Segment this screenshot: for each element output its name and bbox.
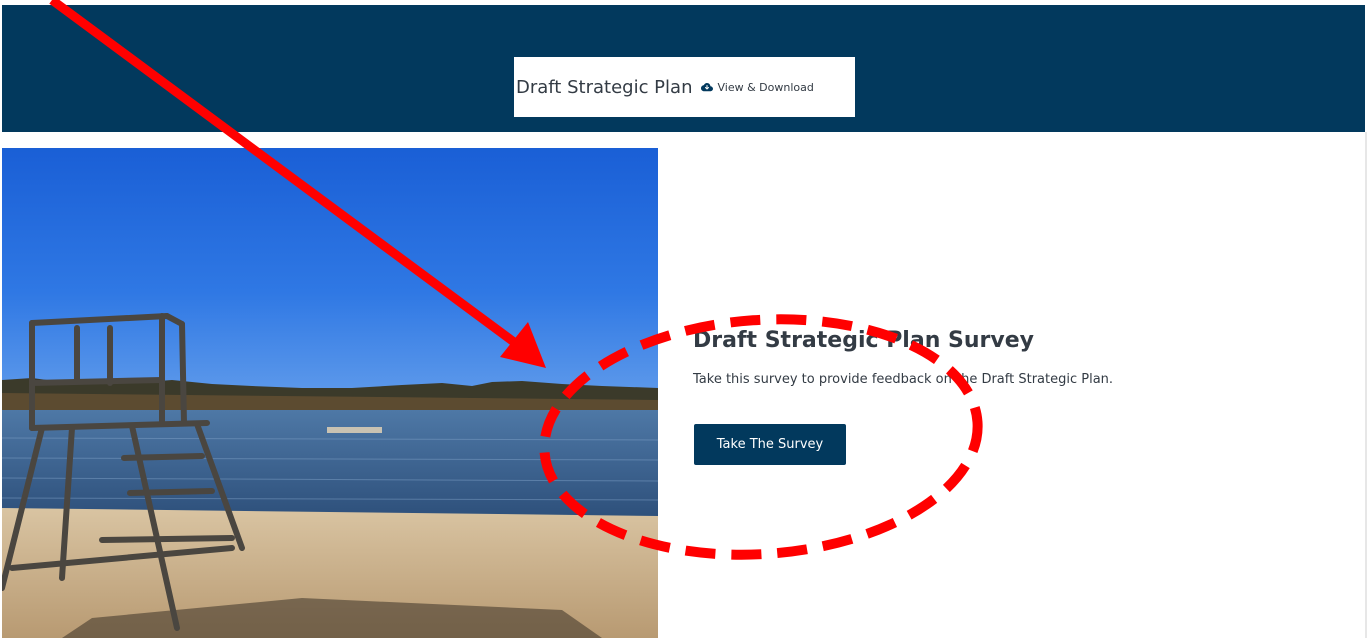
page-border	[1365, 132, 1367, 638]
strategic-plan-card: Draft Strategic Plan View & Download	[514, 57, 855, 117]
survey-heading: Draft Strategic Plan Survey	[693, 328, 1034, 353]
view-download-label: View & Download	[717, 80, 814, 94]
page: Draft Strategic Plan View & Download Dra…	[0, 0, 1369, 638]
plan-title: Draft Strategic Plan	[516, 76, 693, 98]
hero-image	[2, 148, 658, 638]
beach-photo	[2, 148, 658, 638]
header-banner: Draft Strategic Plan View & Download	[2, 5, 1365, 132]
survey-description: Take this survey to provide feedback on …	[693, 372, 1114, 387]
view-download-link[interactable]: View & Download	[701, 80, 814, 94]
cloud-download-icon	[701, 83, 714, 92]
take-survey-button[interactable]: Take The Survey	[694, 424, 846, 465]
